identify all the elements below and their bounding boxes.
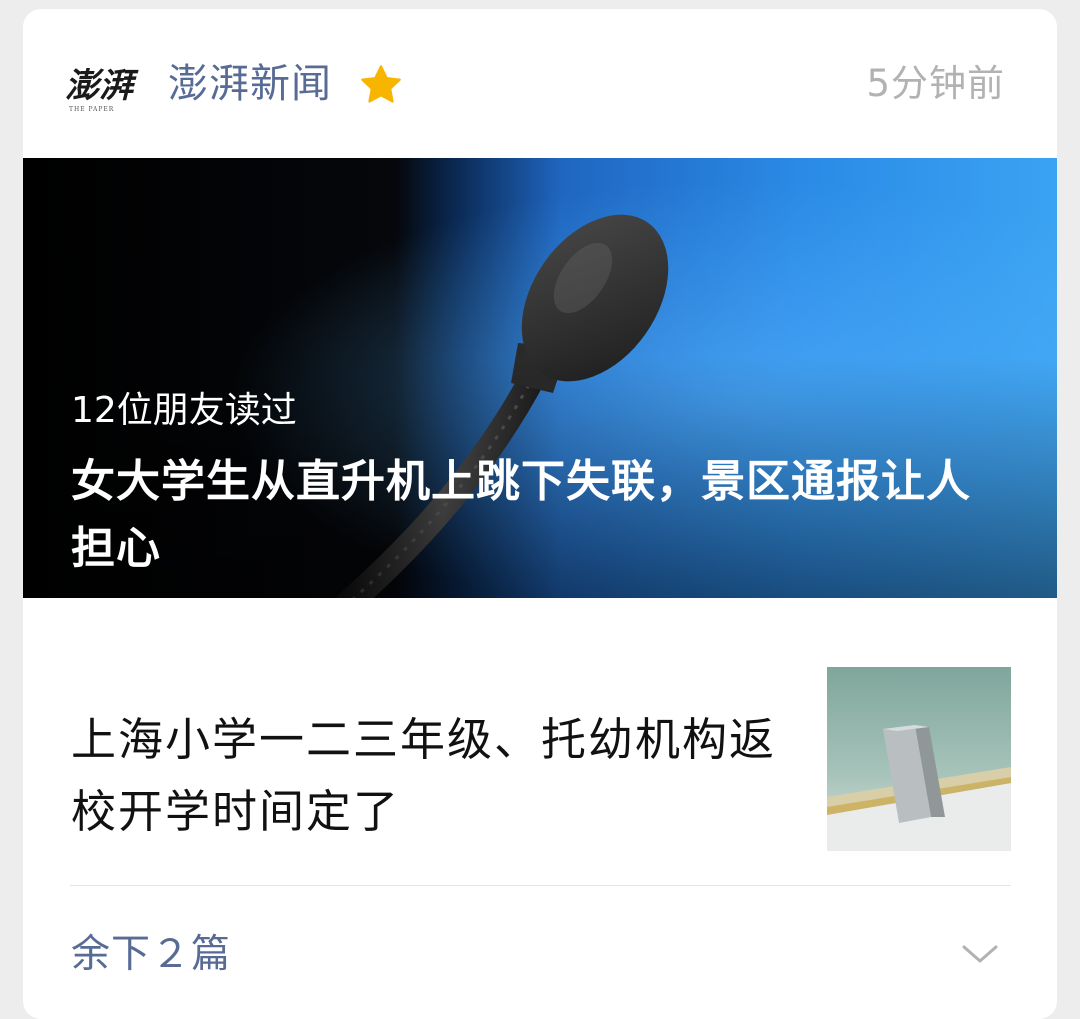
- logo-subtext: THE PAPER: [69, 106, 114, 113]
- source-name[interactable]: 澎湃新闻: [168, 55, 332, 113]
- chevron-down-icon[interactable]: [961, 939, 999, 969]
- article-bundle-card: 澎湃 THE PAPER 澎湃新闻 5分钟前 12位朋友读过 女大学生从直升机上…: [23, 9, 1057, 1019]
- divider: [70, 885, 1011, 886]
- logo-text: 澎湃: [65, 66, 139, 106]
- timestamp: 5分钟前: [866, 62, 1005, 105]
- source-logo[interactable]: 澎湃 THE PAPER: [63, 61, 143, 113]
- list-item[interactable]: 上海小学一二三年级、托幼机构返校开学时间定了: [23, 598, 1057, 885]
- hero-title[interactable]: 女大学生从直升机上跳下失联，景区通报让人担心: [71, 448, 1001, 582]
- star-icon: [361, 65, 401, 103]
- card-header[interactable]: 澎湃 THE PAPER 澎湃新闻 5分钟前: [23, 9, 1057, 158]
- chalkboard-eraser-photo: [827, 667, 1011, 851]
- article-title[interactable]: 上海小学一二三年级、托幼机构返校开学时间定了: [71, 704, 791, 848]
- friends-read-count: 12位朋友读过: [71, 390, 297, 431]
- hero-article[interactable]: 12位朋友读过 女大学生从直升机上跳下失联，景区通报让人担心: [23, 158, 1057, 598]
- remaining-articles-button[interactable]: 余下２篇: [71, 927, 231, 983]
